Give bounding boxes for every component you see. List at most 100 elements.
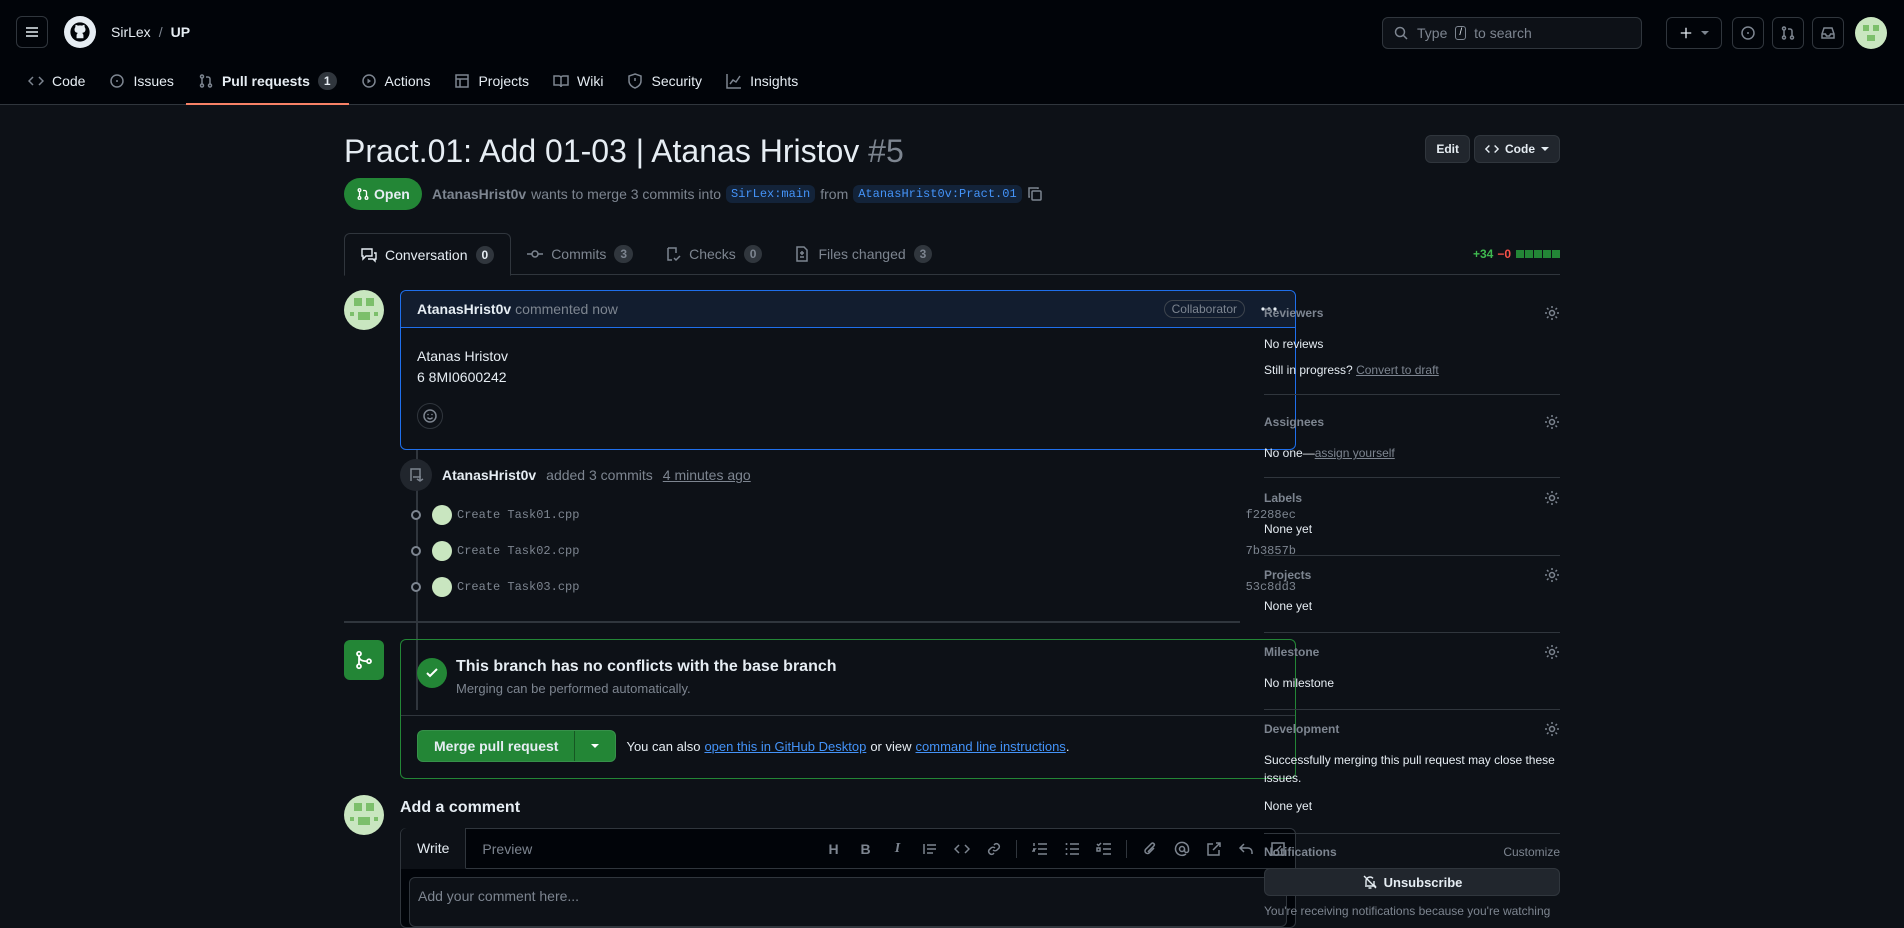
- heading-icon[interactable]: H: [824, 839, 843, 858]
- edit-button[interactable]: Edit: [1425, 135, 1470, 163]
- gear-icon[interactable]: [1544, 490, 1560, 506]
- issue-icon: [110, 73, 125, 88]
- sidebar-notifications: Notifications Customize: [1264, 845, 1560, 859]
- base-branch[interactable]: SirLex:main: [726, 185, 816, 203]
- customize-link[interactable]: Customize: [1503, 845, 1560, 859]
- tab-pull-requests[interactable]: Pull requests 1: [185, 64, 349, 105]
- mention-icon[interactable]: [1172, 839, 1191, 858]
- tab-actions[interactable]: Actions: [349, 64, 443, 97]
- menu-button[interactable]: [16, 16, 48, 48]
- unsubscribe-button[interactable]: Unsubscribe: [1264, 868, 1560, 896]
- sidebar-milestone: Milestone No milestone: [1264, 644, 1560, 710]
- tab-projects[interactable]: Projects: [442, 64, 541, 97]
- commit-message[interactable]: Create Task01.cpp: [457, 508, 579, 522]
- tab-issues-label: Issues: [133, 72, 174, 89]
- comment-line-1: Atanas Hristov: [417, 348, 509, 364]
- tab-files-changed[interactable]: Files changed 3: [778, 233, 948, 275]
- add-reaction-button[interactable]: [417, 403, 443, 429]
- git-commit-icon: [411, 546, 421, 556]
- triangle-down-icon: [1701, 31, 1709, 35]
- tab-commits[interactable]: Commits 3: [511, 233, 649, 275]
- link-icon[interactable]: [984, 839, 1003, 858]
- event-time[interactable]: 4 minutes ago: [663, 467, 751, 483]
- gear-icon[interactable]: [1544, 644, 1560, 660]
- merge-box: This branch has no conflicts with the ba…: [400, 639, 1296, 779]
- ordered-list-icon[interactable]: [1030, 839, 1049, 858]
- tab-actions-label: Actions: [384, 72, 431, 89]
- cross-reference-icon[interactable]: [1204, 839, 1223, 858]
- tab-insights[interactable]: Insights: [714, 64, 810, 97]
- write-tab[interactable]: Write: [401, 828, 467, 869]
- repo-link[interactable]: UP: [171, 24, 190, 40]
- comment-textarea[interactable]: Add your comment here...: [409, 877, 1287, 927]
- code-dropdown-button[interactable]: Code: [1474, 135, 1560, 163]
- merge-method-dropdown[interactable]: [575, 731, 615, 761]
- search-input[interactable]: Type / to search: [1382, 17, 1642, 49]
- table-icon: [455, 73, 470, 88]
- comment-author[interactable]: AtanasHrist0v: [417, 301, 511, 317]
- github-logo-icon[interactable]: [64, 16, 96, 48]
- convert-to-draft-link[interactable]: Convert to draft: [1356, 363, 1439, 377]
- commit-author-avatar[interactable]: [432, 505, 452, 525]
- commit-message[interactable]: Create Task03.cpp: [457, 580, 579, 594]
- gear-icon[interactable]: [1544, 305, 1560, 321]
- copy-icon[interactable]: [1027, 186, 1043, 202]
- tab-pull-requests-label: Pull requests: [221, 72, 310, 89]
- comment-time: commented now: [515, 301, 618, 317]
- create-new-button[interactable]: [1666, 17, 1722, 49]
- tab-security[interactable]: Security: [615, 64, 714, 97]
- commit-message[interactable]: Create Task02.cpp: [457, 544, 579, 558]
- pull-requests-button[interactable]: [1772, 17, 1804, 49]
- git-commit-icon: [527, 250, 544, 258]
- commit-author-avatar[interactable]: [432, 577, 452, 597]
- commit-author-avatar[interactable]: [432, 541, 452, 561]
- plus-icon: [1680, 27, 1692, 39]
- repo-nav: Code Issues Pull requests 1 Actions Proj…: [0, 64, 810, 105]
- merge-status-title: This branch has no conflicts with the ba…: [456, 658, 837, 675]
- toolbar-divider: [1016, 839, 1017, 858]
- task-list-icon[interactable]: [1094, 839, 1113, 858]
- head-branch[interactable]: AtanasHrist0v:Pract.01: [853, 185, 1022, 203]
- command-line-link[interactable]: command line instructions: [916, 739, 1066, 754]
- tab-code[interactable]: Code: [16, 64, 97, 97]
- pr-author-link[interactable]: AtanasHrist0v: [432, 186, 526, 202]
- code-icon[interactable]: [952, 839, 971, 858]
- gear-icon[interactable]: [1544, 567, 1560, 583]
- bold-icon[interactable]: B: [856, 839, 875, 858]
- merge-pull-request-button[interactable]: Merge pull request: [418, 731, 576, 761]
- triangle-down-icon: [591, 744, 600, 748]
- labels-value: None yet: [1264, 522, 1313, 536]
- merge-also-text: You can also: [626, 738, 701, 754]
- tab-checks[interactable]: Checks 0: [649, 233, 778, 275]
- paperclip-icon[interactable]: [1140, 839, 1159, 858]
- tab-issues[interactable]: Issues: [97, 64, 185, 97]
- bell-slash-icon: [1363, 875, 1377, 889]
- comment-author-avatar[interactable]: [344, 290, 384, 330]
- pr-number: #5: [868, 133, 904, 169]
- tab-projects-label: Projects: [478, 72, 530, 89]
- event-author[interactable]: AtanasHrist0v: [442, 467, 536, 483]
- development-value: None yet: [1264, 799, 1313, 813]
- current-user-avatar[interactable]: [344, 795, 384, 835]
- tab-conversation[interactable]: Conversation 0: [344, 233, 512, 276]
- issues-button[interactable]: [1732, 17, 1764, 49]
- development-description: Successfully merging this pull request m…: [1264, 753, 1555, 785]
- quote-icon[interactable]: [920, 839, 939, 858]
- italic-icon[interactable]: I: [888, 839, 907, 858]
- gear-icon[interactable]: [1544, 721, 1560, 737]
- user-avatar[interactable]: [1855, 17, 1887, 49]
- assignees-value: No one—: [1264, 446, 1315, 460]
- reply-icon[interactable]: [1236, 839, 1255, 858]
- timeline-divider: [344, 621, 1240, 623]
- milestone-label: Milestone: [1264, 645, 1320, 659]
- github-desktop-link[interactable]: open this in GitHub Desktop: [704, 739, 866, 754]
- assignees-label: Assignees: [1264, 415, 1325, 429]
- tab-wiki[interactable]: Wiki: [541, 64, 615, 97]
- milestone-value: No milestone: [1264, 676, 1335, 690]
- preview-tab[interactable]: Preview: [466, 829, 548, 869]
- assign-yourself-link[interactable]: assign yourself: [1315, 446, 1395, 460]
- gear-icon[interactable]: [1544, 414, 1560, 430]
- owner-link[interactable]: SirLex: [111, 24, 151, 40]
- unordered-list-icon[interactable]: [1062, 839, 1081, 858]
- inbox-button[interactable]: [1812, 17, 1844, 49]
